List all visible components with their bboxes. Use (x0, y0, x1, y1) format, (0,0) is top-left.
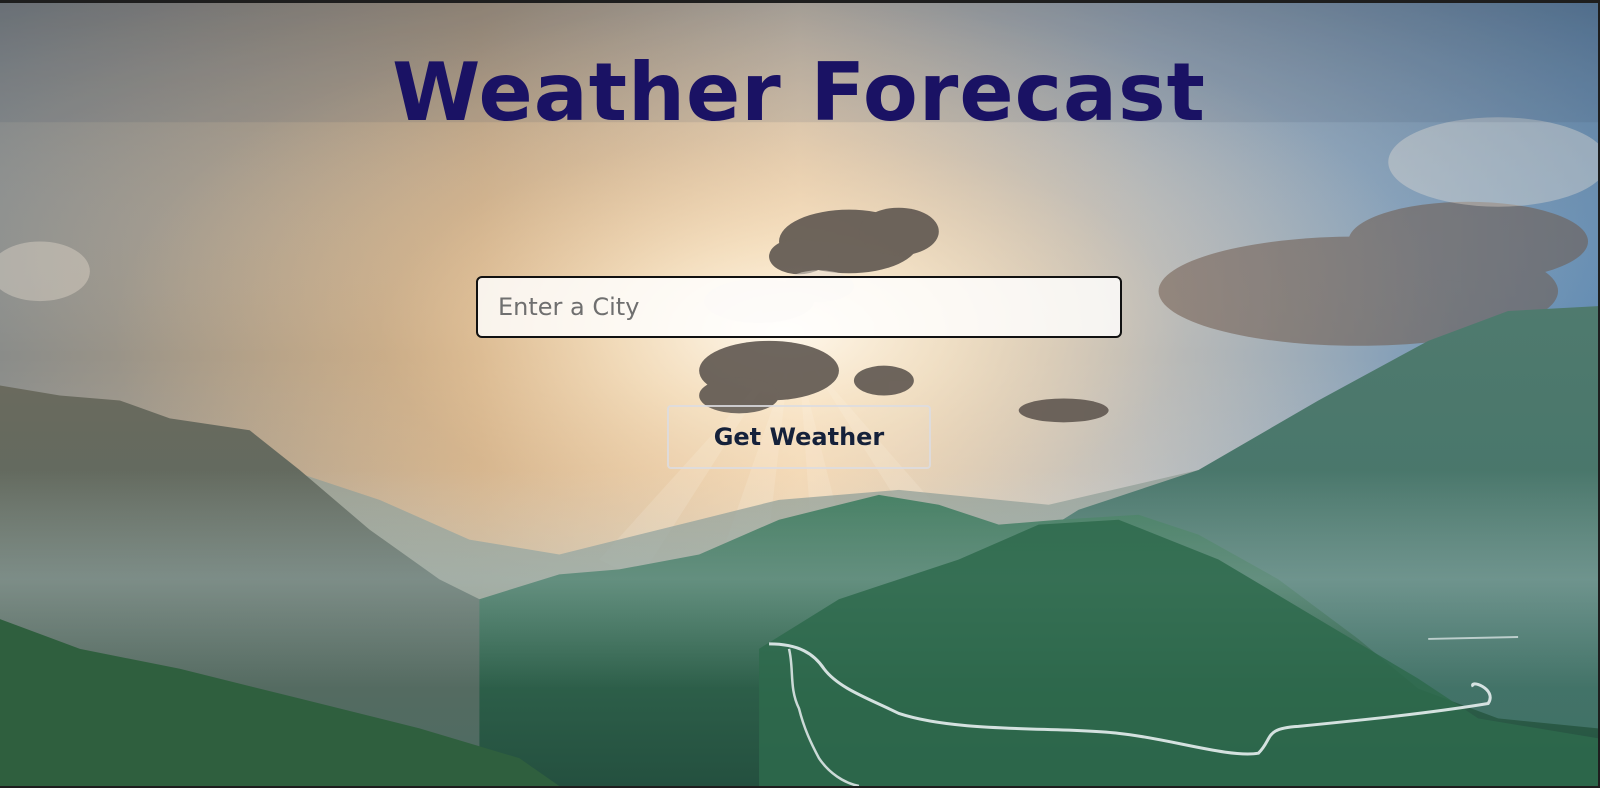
get-weather-button[interactable]: Get Weather (667, 405, 931, 469)
city-search-input[interactable] (476, 276, 1122, 338)
page-title: Weather Forecast (392, 46, 1206, 139)
app-viewport: Weather Forecast Get Weather (0, 0, 1600, 788)
